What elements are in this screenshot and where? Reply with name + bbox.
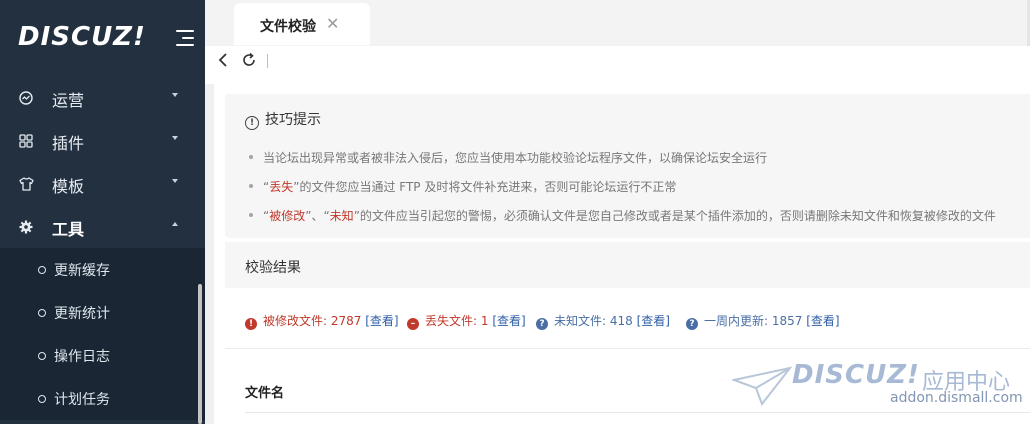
sidebar-item-label: 运营 xyxy=(52,91,85,110)
tip-highlight: 丢失 xyxy=(269,180,294,194)
stat-weekly-updates: ? 一周内更新: 1857 [查看] xyxy=(686,312,840,330)
watermark-url: addon.dismall.com xyxy=(890,390,1023,406)
tip-line-2: “丢失”的文件您应当通过 FTP 及时将文件补充进来，否则可能论坛运行不正常 xyxy=(249,178,676,195)
question-circle-icon: ? xyxy=(686,318,698,330)
result-title: 校验结果 xyxy=(245,260,301,276)
tab-bar: 文件校验 ✕ xyxy=(205,0,1030,47)
watermark: DISCUZ! 应用中心 addon.dismall.com xyxy=(732,360,1023,424)
stat-modified: ! 被修改文件: 2787 [查看] xyxy=(245,312,399,330)
app-root: DISCUZ! 运营 插件 模板 工具 更新缓存 更新统计 操作日志 计划任务 … xyxy=(0,0,1030,424)
circle-bullet-icon xyxy=(38,352,46,360)
circle-bullet-icon xyxy=(38,309,46,317)
info-icon: ! xyxy=(245,116,259,130)
sidebar-item-label: 模板 xyxy=(52,177,85,196)
circle-bullet-icon xyxy=(38,266,46,274)
chevron-down-icon xyxy=(172,136,178,140)
sidebar-item-tools[interactable]: 工具 xyxy=(0,205,205,248)
bullet-icon xyxy=(249,155,253,159)
sidebar-item-label: 插件 xyxy=(52,134,85,153)
sidebar-subitem-update-cache[interactable]: 更新缓存 xyxy=(0,248,205,291)
back-icon[interactable] xyxy=(217,52,229,72)
sidebar-item-label: 工具 xyxy=(52,220,85,239)
sidebar-subitem-label: 更新统计 xyxy=(54,306,110,322)
navigation-bar xyxy=(205,46,1030,76)
tip-highlight: 被修改 xyxy=(269,209,306,223)
tip-line-3: “被修改”、“未知”的文件应当引起您的警惕，必须确认文件是您自己修改或者是某个插… xyxy=(249,207,996,224)
sidebar: DISCUZ! 运营 插件 模板 工具 更新缓存 更新统计 操作日志 计划任务 xyxy=(0,0,205,424)
exclamation-circle-icon: ! xyxy=(245,318,257,330)
question-circle-icon: ? xyxy=(536,318,548,330)
chevron-down-icon xyxy=(172,179,178,183)
result-panel: 校验结果 xyxy=(225,242,1030,288)
sidebar-item-templates[interactable]: 模板 xyxy=(0,162,205,205)
sidebar-item-plugins[interactable]: 插件 xyxy=(0,119,205,162)
content-scrollbar[interactable] xyxy=(205,84,214,424)
speedometer-icon xyxy=(18,90,34,106)
gear-icon xyxy=(18,219,34,235)
bullet-icon xyxy=(249,213,253,217)
tip-highlight: 未知 xyxy=(329,209,354,223)
minus-circle-icon: – xyxy=(407,318,419,330)
close-icon[interactable]: ✕ xyxy=(326,14,339,33)
stat-missing: – 丢失文件: 1 [查看] xyxy=(407,312,526,330)
chevron-up-icon xyxy=(172,222,178,226)
tip-text: ”、“ xyxy=(305,209,330,223)
tip-text: ”的文件应当引起您的警惕，必须确认文件是您自己修改或者是某个插件添加的，否则请删… xyxy=(353,209,996,223)
shirt-icon xyxy=(18,176,34,192)
stat-label: 未知文件: 418 xyxy=(554,314,633,328)
circle-bullet-icon xyxy=(38,395,46,403)
tip-text: 当论坛出现异常或者被非法入侵后，您应当使用本功能校验论坛程序文件，以确保论坛安全… xyxy=(263,151,768,165)
stat-label: 一周内更新: 1857 xyxy=(704,314,803,328)
tips-title: ! 技巧提示 xyxy=(245,109,321,130)
sidebar-subitem-operation-log[interactable]: 操作日志 xyxy=(0,334,205,377)
section-divider xyxy=(225,348,1030,349)
stat-label: 被修改文件: 2787 xyxy=(263,314,362,328)
nav-separator xyxy=(267,54,268,68)
sidebar-subitem-label: 操作日志 xyxy=(54,349,110,365)
sidebar-menu: 运营 插件 模板 工具 更新缓存 更新统计 操作日志 计划任务 xyxy=(0,76,205,420)
menu-toggle-icon[interactable] xyxy=(172,28,194,48)
tips-panel: ! 技巧提示 当论坛出现异常或者被非法入侵后，您应当使用本功能校验论坛程序文件，以… xyxy=(225,94,1030,238)
sidebar-item-operation[interactable]: 运营 xyxy=(0,76,205,119)
sidebar-header: DISCUZ! xyxy=(0,0,205,76)
discuz-logo: DISCUZ! xyxy=(18,22,146,52)
view-unknown-link[interactable]: [查看] xyxy=(637,314,670,328)
sidebar-subitem-scheduled-tasks[interactable]: 计划任务 xyxy=(0,377,205,420)
watermark-logo: DISCUZ! xyxy=(792,360,920,390)
sidebar-scrollbar[interactable] xyxy=(198,284,202,424)
view-weekly-link[interactable]: [查看] xyxy=(806,314,839,328)
tools-submenu: 更新缓存 更新统计 操作日志 计划任务 xyxy=(0,248,205,420)
grid-icon xyxy=(18,133,34,149)
tip-text: ”的文件您应当通过 FTP 及时将文件补充进来，否则可能论坛运行不正常 xyxy=(293,180,677,194)
sidebar-subitem-label: 计划任务 xyxy=(54,392,110,408)
view-modified-link[interactable]: [查看] xyxy=(365,314,398,328)
tip-line-1: 当论坛出现异常或者被非法入侵后，您应当使用本功能校验论坛程序文件，以确保论坛安全… xyxy=(249,149,767,166)
tab-label: 文件校验 xyxy=(260,19,316,35)
refresh-icon[interactable] xyxy=(241,52,257,72)
stat-label: 丢失文件: 1 xyxy=(425,314,489,328)
bullet-icon xyxy=(249,184,253,188)
tips-title-text: 技巧提示 xyxy=(265,112,321,128)
chevron-down-icon xyxy=(172,93,178,97)
stat-unknown: ? 未知文件: 418 [查看] xyxy=(536,312,670,330)
sidebar-subitem-update-stats[interactable]: 更新统计 xyxy=(0,291,205,334)
view-missing-link[interactable]: [查看] xyxy=(492,314,525,328)
sidebar-subitem-label: 更新缓存 xyxy=(54,263,110,279)
tab-file-check[interactable]: 文件校验 ✕ xyxy=(234,3,370,45)
column-header-filename: 文件名 xyxy=(245,386,285,401)
paper-plane-icon xyxy=(732,366,792,406)
